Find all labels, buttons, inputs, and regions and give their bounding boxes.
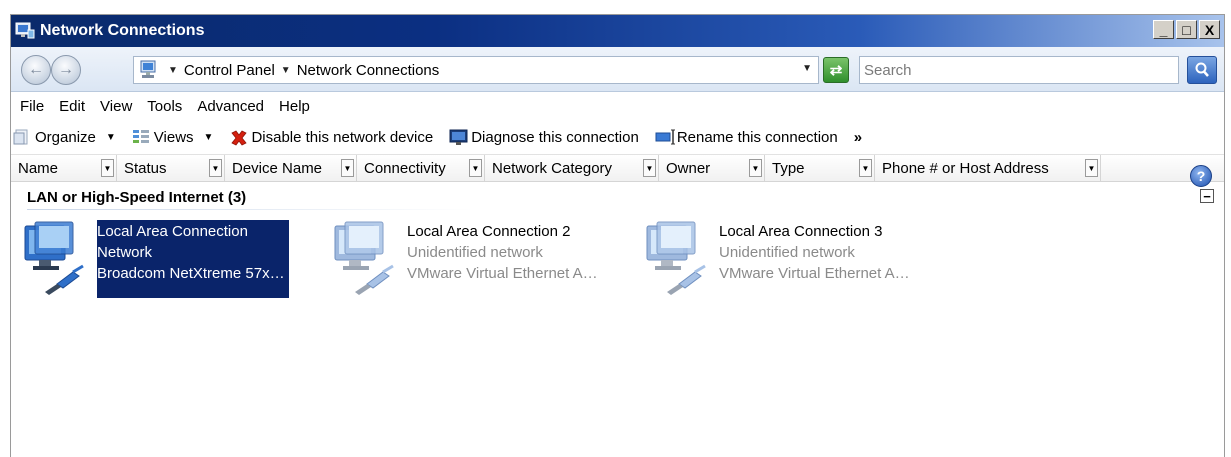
menu-advanced[interactable]: Advanced xyxy=(191,98,273,115)
connection-status: Unidentified network xyxy=(719,244,855,261)
title-bar[interactable]: Network Connections _ □ X xyxy=(11,15,1224,47)
collapse-group-button[interactable]: − xyxy=(1200,189,1214,203)
connection-list: Local Area Connection Network Broadcom N… xyxy=(11,212,1224,412)
column-label: Network Category xyxy=(492,159,613,177)
menu-tools[interactable]: Tools xyxy=(141,98,191,115)
network-computer-icon xyxy=(333,220,401,298)
column-filter-dropdown-icon[interactable]: ▼ xyxy=(749,159,762,177)
breadcrumb-network-connections[interactable]: Network Connections xyxy=(297,62,440,79)
views-icon xyxy=(132,128,150,146)
connection-status: Unidentified network xyxy=(407,244,543,261)
connection-name: Local Area Connection xyxy=(97,223,248,240)
rename-label: Rename this connection xyxy=(676,128,838,146)
menu-file[interactable]: File xyxy=(14,98,53,115)
group-divider xyxy=(27,209,473,210)
network-computer-icon xyxy=(23,220,91,298)
column-filter-dropdown-icon[interactable]: ▼ xyxy=(209,159,222,177)
refresh-icon: ⇄ xyxy=(829,62,843,79)
views-label: Views xyxy=(153,128,194,146)
disable-device-button[interactable]: Disable this network device xyxy=(229,128,433,146)
address-dropdown-icon[interactable]: ▼ xyxy=(802,63,812,74)
column-label: Name xyxy=(18,159,59,177)
diagnose-label: Diagnose this connection xyxy=(471,128,639,146)
connection-device: VMware Virtual Ethernet A… xyxy=(719,265,910,282)
forward-button[interactable]: → xyxy=(51,55,81,85)
back-arrow-icon: ← xyxy=(28,61,44,78)
rename-icon xyxy=(655,128,675,146)
group-title: LAN or High-Speed Internet (3) xyxy=(27,188,247,206)
search-input[interactable]: Search xyxy=(859,56,1179,84)
column-header-row: Name ▼ Status ▼ Device Name ▼ Connectivi… xyxy=(11,155,1224,182)
menu-edit[interactable]: Edit xyxy=(53,98,94,115)
network-connections-icon xyxy=(15,22,35,40)
menu-bar: File Edit View Tools Advanced Help xyxy=(11,92,1224,120)
connection-text: Local Area Connection 3 Unidentified net… xyxy=(719,220,910,298)
maximize-button[interactable]: □ xyxy=(1176,20,1197,39)
column-filter-dropdown-icon[interactable]: ▼ xyxy=(859,159,872,177)
address-bar: ← → ▼ Control Panel ▼ Network Connection… xyxy=(11,47,1224,92)
breadcrumb-control-panel[interactable]: Control Panel xyxy=(184,62,275,79)
column-status[interactable]: Status ▼ xyxy=(117,155,225,181)
column-type[interactable]: Type ▼ xyxy=(765,155,875,181)
diagnose-button[interactable]: Diagnose this connection xyxy=(449,128,639,146)
column-label: Phone # or Host Address xyxy=(882,159,1049,177)
network-computer-icon xyxy=(645,220,713,298)
more-chevron-icon: » xyxy=(853,128,863,146)
forward-arrow-icon: → xyxy=(58,61,74,78)
column-label: Connectivity xyxy=(364,159,446,177)
column-filter-dropdown-icon[interactable]: ▼ xyxy=(341,159,354,177)
column-label: Device Name xyxy=(232,159,323,177)
column-phone-host-address[interactable]: Phone # or Host Address ▼ xyxy=(875,155,1101,181)
control-panel-icon xyxy=(138,60,160,80)
chevron-down-icon: ▼ xyxy=(105,131,116,143)
connection-text: Local Area Connection Network Broadcom N… xyxy=(97,220,289,298)
group-header[interactable]: LAN or High-Speed Internet (3) − xyxy=(11,182,1224,212)
close-button[interactable]: X xyxy=(1199,20,1220,39)
column-filter-dropdown-icon[interactable]: ▼ xyxy=(101,159,114,177)
column-owner[interactable]: Owner ▼ xyxy=(659,155,765,181)
connection-device: VMware Virtual Ethernet A… xyxy=(407,265,598,282)
column-name[interactable]: Name ▼ xyxy=(11,155,117,181)
breadcrumb-arrow-icon[interactable]: ▼ xyxy=(168,65,178,76)
organize-label: Organize xyxy=(35,128,96,146)
diagnose-icon xyxy=(449,128,468,146)
column-label: Owner xyxy=(666,159,711,177)
disable-x-icon xyxy=(229,128,248,146)
organize-button[interactable]: Organize ▼ xyxy=(13,128,116,146)
column-filter-dropdown-icon[interactable]: ▼ xyxy=(1085,159,1098,177)
chevron-down-icon: ▼ xyxy=(203,131,214,143)
connection-name: Local Area Connection 2 xyxy=(407,223,571,240)
column-filter-dropdown-icon[interactable]: ▼ xyxy=(469,159,482,177)
column-label: Status xyxy=(124,159,167,177)
explorer-window: Network Connections _ □ X ← → ▼ Control … xyxy=(10,14,1225,457)
organize-icon xyxy=(13,128,31,146)
connection-text: Local Area Connection 2 Unidentified net… xyxy=(407,220,598,298)
rename-button[interactable]: Rename this connection xyxy=(655,128,838,146)
column-connectivity[interactable]: Connectivity ▼ xyxy=(357,155,485,181)
connection-status: Network xyxy=(97,244,153,261)
refresh-button[interactable]: ⇄ xyxy=(823,57,849,83)
column-network-category[interactable]: Network Category ▼ xyxy=(485,155,659,181)
connection-item-2[interactable]: Local Area Connection 2 Unidentified net… xyxy=(333,220,598,298)
menu-help[interactable]: Help xyxy=(273,98,319,115)
column-label: Type xyxy=(772,159,805,177)
search-icon xyxy=(1195,62,1209,77)
breadcrumb-arrow-icon[interactable]: ▼ xyxy=(281,65,291,76)
column-device-name[interactable]: Device Name ▼ xyxy=(225,155,357,181)
column-filter-dropdown-icon[interactable]: ▼ xyxy=(643,159,656,177)
more-commands-button[interactable]: » xyxy=(854,129,862,146)
views-button[interactable]: Views ▼ xyxy=(132,128,214,146)
menu-view[interactable]: View xyxy=(94,98,141,115)
back-button[interactable]: ← xyxy=(21,55,51,85)
search-button[interactable] xyxy=(1187,56,1217,84)
connection-name: Local Area Connection 3 xyxy=(719,223,883,240)
connection-item-1[interactable]: Local Area Connection Network Broadcom N… xyxy=(23,220,289,298)
minimize-button[interactable]: _ xyxy=(1153,20,1174,39)
connection-item-3[interactable]: Local Area Connection 3 Unidentified net… xyxy=(645,220,910,298)
window-title: Network Connections xyxy=(40,22,205,39)
disable-label: Disable this network device xyxy=(251,128,434,146)
command-bar: Organize ▼ Views ▼ Disable this network … xyxy=(11,120,1224,155)
address-field[interactable]: ▼ Control Panel ▼ Network Connections ▼ xyxy=(133,56,819,84)
connection-device: Broadcom NetXtreme 57x… xyxy=(97,265,285,282)
